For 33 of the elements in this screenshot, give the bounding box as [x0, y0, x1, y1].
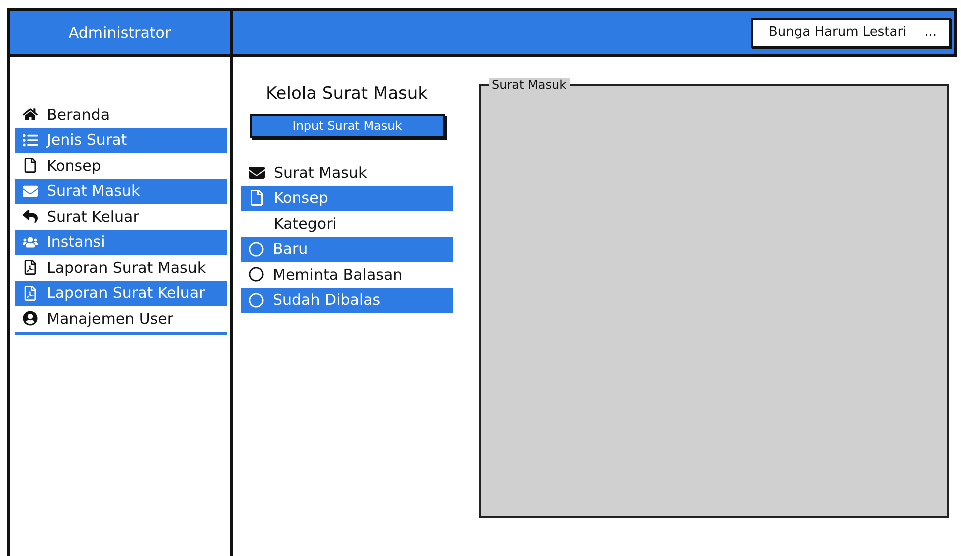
list-icon [23, 132, 38, 148]
envelope-icon [23, 184, 38, 199]
file-icon [23, 158, 38, 174]
envelope-icon [249, 164, 265, 181]
sidebar-item[interactable]: Surat Masuk [15, 178, 227, 204]
radio-icon [249, 267, 264, 282]
sidebar-item[interactable]: Jenis Surat [15, 128, 227, 153]
input-button[interactable]: Input Surat Masuk [250, 114, 445, 138]
sidebar-item[interactable]: Beranda [15, 102, 227, 128]
pdf-file-icon [23, 260, 38, 276]
page-title: Kelola Surat Masuk [264, 84, 430, 104]
user-button[interactable]: Bunga Harum Lestari ... [751, 18, 951, 48]
sidebar-item[interactable]: Surat Keluar [15, 204, 227, 230]
sidebar-item[interactable]: Laporan Surat Keluar [15, 280, 227, 306]
sidebar-item[interactable]: Instansi [15, 230, 227, 255]
menu-item[interactable]: Baru [241, 236, 453, 262]
menu-item[interactable]: Surat Masuk [241, 160, 453, 186]
pdf-file-icon [23, 286, 38, 301]
app-title: Administrator [68, 24, 172, 42]
users-icon [23, 234, 38, 250]
radio-icon [249, 292, 264, 308]
home-icon [23, 107, 38, 122]
radio-icon [249, 242, 264, 257]
sidebar-item[interactable]: Manajemen User [15, 306, 227, 332]
menu-item[interactable]: Konsep [241, 186, 453, 211]
panel-legend: Surat Masuk [489, 78, 570, 92]
reply-icon [23, 209, 38, 224]
sidebar-item[interactable]: Laporan Surat Masuk [15, 255, 227, 280]
menu-item[interactable]: Meminta Balasan [241, 262, 453, 288]
sidebar-item[interactable]: Konsep [15, 153, 227, 178]
file-icon [249, 190, 265, 206]
menu-item[interactable]: Sudah Dibalas [241, 288, 453, 313]
menu-item[interactable]: Kategori [241, 211, 453, 236]
